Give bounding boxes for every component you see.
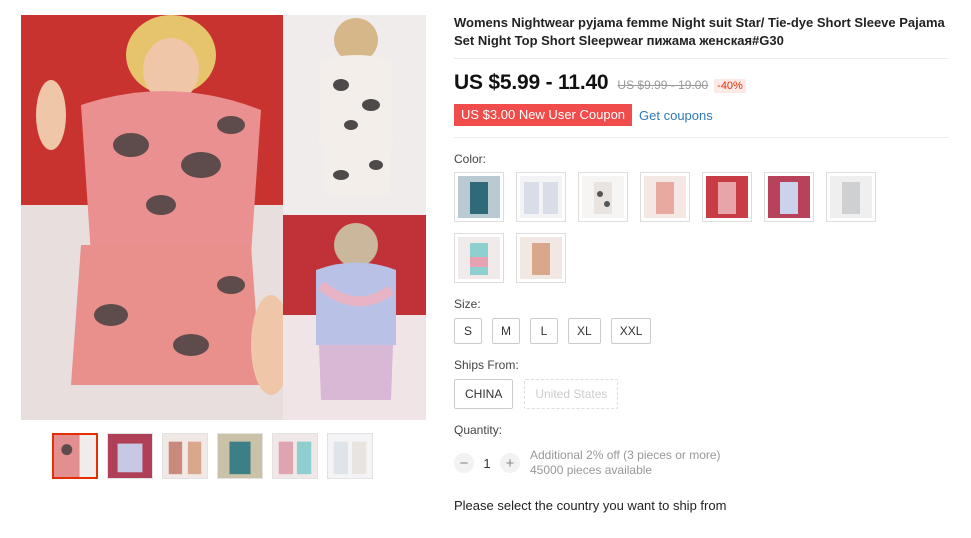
- title-divider: [454, 58, 949, 59]
- size-option-l[interactable]: L: [530, 318, 558, 344]
- thumbnail-2[interactable]: [107, 433, 153, 479]
- shipping-country-prompt: Please select the country you want to sh…: [454, 498, 727, 513]
- thumbnail-1[interactable]: [52, 433, 98, 479]
- ship-from-china[interactable]: CHINA: [454, 379, 514, 409]
- quantity-decrease-button[interactable]: −: [454, 453, 474, 473]
- product-photo-collage: [21, 15, 426, 420]
- thumbnail-3[interactable]: [162, 433, 208, 479]
- discount-badge: -40%: [714, 79, 746, 93]
- quantity-increase-button[interactable]: +: [500, 453, 520, 473]
- ship-from-united-states: United States: [524, 379, 619, 409]
- thumbnail-4[interactable]: [217, 433, 263, 479]
- color-swatch-4[interactable]: [640, 172, 690, 222]
- quantity-input[interactable]: 1: [474, 456, 500, 471]
- size-option-xxl[interactable]: XXL: [610, 318, 652, 344]
- color-swatch-7[interactable]: [826, 172, 876, 222]
- current-price: US $5.99 - 11.40: [454, 71, 609, 94]
- color-swatch-6[interactable]: [764, 172, 814, 222]
- size-options: S M L XL XXL: [454, 318, 954, 344]
- thumbnail-6[interactable]: [327, 433, 373, 479]
- color-swatch-5[interactable]: [702, 172, 752, 222]
- size-option-m[interactable]: M: [492, 318, 520, 344]
- stock-available: 45000 pieces available: [530, 463, 653, 477]
- color-swatch-3[interactable]: [578, 172, 628, 222]
- product-title: Womens Nightwear pyjama femme Night suit…: [454, 15, 945, 48]
- quantity-stepper: − 1 + Additional 2% off (3 pieces or mor…: [454, 448, 954, 478]
- color-swatches: [454, 172, 914, 283]
- new-user-coupon-badge: US $3.00 New User Coupon: [454, 104, 633, 126]
- color-swatch-8[interactable]: [454, 233, 504, 283]
- ships-from-label: Ships From:: [454, 358, 519, 372]
- product-info-panel: Womens Nightwear pyjama femme Night suit…: [454, 14, 954, 513]
- main-product-image[interactable]: [21, 15, 426, 420]
- size-label: Size:: [454, 297, 481, 311]
- original-price: US $9.99 - 19.00: [617, 78, 709, 92]
- ships-from-options: CHINA United States: [454, 379, 954, 409]
- quantity-note: Additional 2% off (3 pieces or more) 450…: [530, 448, 721, 478]
- bulk-discount-note: Additional 2% off (3 pieces or more): [530, 448, 721, 462]
- color-label: Color:: [454, 152, 487, 166]
- color-swatch-9[interactable]: [516, 233, 566, 283]
- color-swatch-2[interactable]: [516, 172, 566, 222]
- quantity-label: Quantity:: [454, 423, 503, 437]
- thumbnail-strip: [52, 433, 373, 479]
- thumbnail-5[interactable]: [272, 433, 318, 479]
- price-row: US $5.99 - 11.40 US $9.99 - 19.00 -40%: [454, 71, 954, 95]
- size-option-s[interactable]: S: [454, 318, 482, 344]
- size-option-xl[interactable]: XL: [568, 318, 601, 344]
- coupon-row: US $3.00 New User Coupon Get coupons: [454, 104, 954, 126]
- get-coupons-link[interactable]: Get coupons: [639, 108, 713, 123]
- coupon-divider: [454, 137, 949, 138]
- color-swatch-1[interactable]: [454, 172, 504, 222]
